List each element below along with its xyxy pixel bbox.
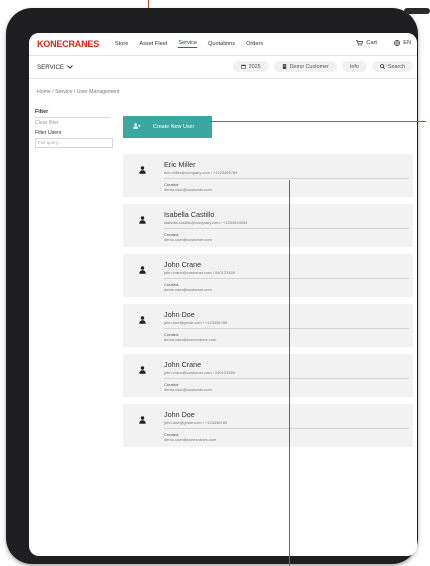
search-icon xyxy=(380,64,385,69)
user-card[interactable]: Eric Miller eric.miller@company.com / +1… xyxy=(123,154,413,197)
user-divider xyxy=(164,178,409,179)
user-name: John Doe xyxy=(164,410,195,419)
create-new-user-button[interactable]: Create New User xyxy=(123,116,212,138)
user-divider xyxy=(164,228,409,229)
user-icon xyxy=(139,316,146,324)
customer-label: Demo Customer xyxy=(289,63,329,70)
clear-filter-link[interactable]: Clear filter xyxy=(35,120,111,126)
nav-item-quotations[interactable]: Quotations xyxy=(208,41,235,47)
brand-logo[interactable]: KONECRANES xyxy=(37,39,109,49)
filter-users-label: Filter Users xyxy=(35,130,62,136)
language-selector[interactable]: EN xyxy=(394,40,411,46)
user-contact: john.crane@customer.com / 040123459 xyxy=(164,270,235,275)
breadcrumb[interactable]: Home / Service / User Management xyxy=(37,89,119,95)
cart-link[interactable]: Cart xyxy=(356,40,377,46)
nav-item-store[interactable]: Store xyxy=(115,41,128,47)
service-dropdown-label: SERVICE xyxy=(37,63,65,71)
user-contact: john.crane@customer.com / 040123459 xyxy=(164,370,235,375)
cart-icon xyxy=(356,40,364,46)
filter-panel: Filter Clear filter Filter Users Full qu… xyxy=(35,109,113,148)
info-label: Info xyxy=(349,63,359,70)
user-name: John Crane xyxy=(164,260,202,269)
create-new-user-label: Create New User xyxy=(153,124,195,130)
nav-item-asset-fleet[interactable]: Asset Fleet xyxy=(139,41,167,47)
user-card[interactable]: Isabella Castillo isabella.castillo@comp… xyxy=(123,204,413,247)
search-button[interactable]: Search xyxy=(371,61,413,72)
year-selector[interactable]: 2025 xyxy=(232,61,269,72)
user-card[interactable]: John Crane john.crane@customer.com / 040… xyxy=(123,354,413,397)
chevron-down-icon xyxy=(67,65,73,69)
user-icon xyxy=(139,166,146,174)
user-created-by: demo.user@customer.com xyxy=(164,387,212,392)
user-contact: john.doe@gmail.com / +123456789 xyxy=(164,320,228,325)
user-name: Isabella Castillo xyxy=(164,210,215,219)
service-dropdown[interactable]: SERVICE xyxy=(37,64,73,71)
user-name: John Doe xyxy=(164,310,195,319)
search-label: Search xyxy=(387,63,405,70)
info-button[interactable]: Info xyxy=(341,61,367,72)
year-label: 2025 xyxy=(248,63,261,70)
user-name: Eric Miller xyxy=(164,160,196,169)
user-card[interactable]: John Doe john.doe@gmail.com / +123456789… xyxy=(123,304,413,347)
nav-item-orders[interactable]: Orders xyxy=(246,41,263,47)
user-divider xyxy=(164,428,409,429)
user-divider xyxy=(164,278,409,279)
top-navigation-bar: KONECRANES Store Asset Fleet Service Quo… xyxy=(29,33,417,56)
tablet-frame: KONECRANES Store Asset Fleet Service Quo… xyxy=(6,8,430,564)
language-label: EN xyxy=(403,40,411,46)
add-user-icon xyxy=(133,123,141,131)
user-contact: john.doe@gmail.com / +123456789 xyxy=(164,420,228,425)
user-divider xyxy=(164,378,409,379)
sub-bar-controls: 2025 Demo Customer Info Search xyxy=(232,61,413,72)
user-created-by: demo.user@customer.com xyxy=(164,237,212,242)
user-contact: isabella.castillo@company.com / +1234544… xyxy=(164,220,248,225)
user-created-by: demo.user@konecranes.com xyxy=(164,337,217,342)
user-icon xyxy=(139,366,146,374)
customer-selector[interactable]: Demo Customer xyxy=(273,61,337,72)
filter-title: Filter xyxy=(35,109,111,118)
screen: KONECRANES Store Asset Fleet Service Quo… xyxy=(29,33,417,556)
calendar-icon xyxy=(240,64,246,69)
device-side-button xyxy=(404,8,430,14)
user-name: John Crane xyxy=(164,360,202,369)
filter-users-input[interactable]: Full query... xyxy=(35,138,113,148)
user-created-by: demo.user@customer.com xyxy=(164,287,212,292)
user-divider xyxy=(164,328,409,329)
user-icon xyxy=(139,266,146,274)
stage: KONECRANES Store Asset Fleet Service Quo… xyxy=(0,0,430,566)
user-icon xyxy=(139,216,146,224)
annotation-line-create-horizontal xyxy=(210,121,426,122)
user-icon xyxy=(139,416,146,424)
service-sub-bar: SERVICE 2025 Demo Customer Info Search xyxy=(29,56,417,79)
user-list: Eric Miller eric.miller@company.com / +1… xyxy=(123,154,413,454)
nav-item-service[interactable]: Service xyxy=(178,40,198,48)
building-icon xyxy=(282,64,286,69)
user-contact: eric.miller@company.com / +1123456789 xyxy=(164,170,238,175)
user-created-by: demo.user@customer.com xyxy=(164,187,212,192)
user-card[interactable]: John Doe john.doe@gmail.com / +123456789… xyxy=(123,404,413,447)
user-created-by: demo.user@konecranes.com xyxy=(164,437,217,442)
annotation-line-list-vertical xyxy=(289,180,290,566)
main-nav: Store Asset Fleet Service Quotations Ord… xyxy=(115,40,263,48)
cart-label: Cart xyxy=(366,40,377,46)
user-card[interactable]: John Crane john.crane@customer.com / 040… xyxy=(123,254,413,297)
globe-icon xyxy=(394,40,401,46)
